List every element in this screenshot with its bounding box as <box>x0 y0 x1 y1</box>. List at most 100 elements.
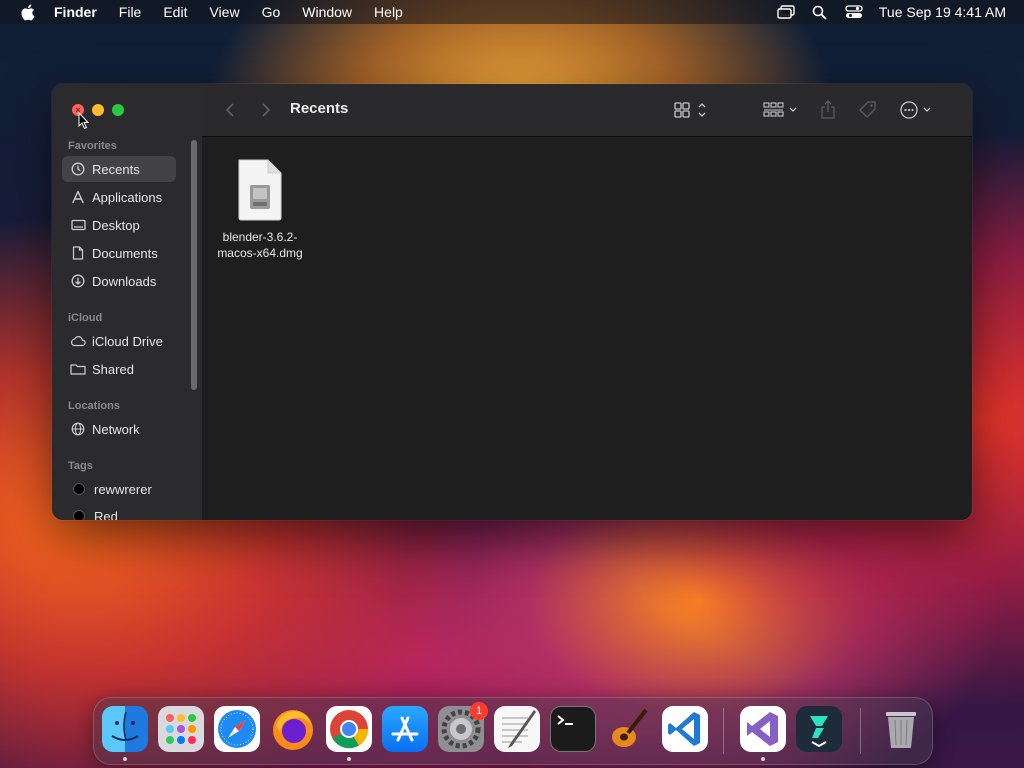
sidebar-item-label: Shared <box>92 361 134 377</box>
group-by-menu[interactable] <box>763 99 799 121</box>
dock-safari[interactable] <box>214 706 260 752</box>
menu-edit[interactable]: Edit <box>163 0 187 24</box>
menu-go[interactable]: Go <box>262 0 281 24</box>
file-browser-content[interactable]: blender-3.6.2- macos-x64.dmg <box>202 137 972 520</box>
sidebar-item-shared[interactable]: Shared <box>62 356 176 382</box>
share-icon[interactable] <box>820 99 836 121</box>
visual-studio-icon <box>747 712 778 746</box>
sidebar-item-label: Documents <box>92 245 158 261</box>
window-title: Recents <box>290 100 349 117</box>
launchpad-grid-icon <box>166 714 196 744</box>
dock-terminal[interactable] <box>550 706 596 752</box>
finder-toolbar: Recents <box>202 84 972 137</box>
sidebar-item-network[interactable]: Network <box>62 416 176 442</box>
dock-vscode[interactable] <box>662 706 708 752</box>
finder-window: × Favorites Recents Applications Desktop <box>52 84 972 520</box>
finder-sidebar: × Favorites Recents Applications Desktop <box>52 84 203 520</box>
sidebar-item-label: Red <box>94 508 118 521</box>
more-actions-menu[interactable] <box>899 99 935 121</box>
file-name-line1: blender-3.6.2- <box>222 230 298 244</box>
apple-menu-icon[interactable] <box>18 3 36 21</box>
terminal-prompt-icon <box>557 715 573 725</box>
tag-color-dot <box>73 483 85 495</box>
minimize-window-button[interactable] <box>92 104 104 116</box>
menu-clock[interactable]: Tue Sep 19 4:41 AM <box>879 4 1006 20</box>
finder-face-icon <box>111 711 139 741</box>
cloud-icon <box>70 333 86 349</box>
dock-textedit[interactable] <box>494 706 540 752</box>
dock-separator <box>860 708 861 754</box>
dock-filmora[interactable] <box>796 706 842 752</box>
dock-separator <box>723 708 724 754</box>
dock-launchpad[interactable] <box>158 706 204 752</box>
notification-badge: 1 <box>470 702 488 720</box>
menu-help[interactable]: Help <box>374 0 403 24</box>
mouse-pointer-icon <box>78 112 90 130</box>
sidebar-tag-red[interactable]: Red <box>62 503 176 520</box>
dock-trash[interactable] <box>878 706 924 752</box>
locations-section-label: Locations <box>68 400 120 412</box>
spotlight-search-icon[interactable] <box>810 3 830 21</box>
file-item[interactable]: blender-3.6.2- macos-x64.dmg <box>212 159 308 261</box>
desktop-icon <box>70 217 86 233</box>
icon-view-toggle[interactable] <box>674 99 708 121</box>
dock-running-indicator <box>123 757 127 761</box>
dock-chrome[interactable] <box>326 706 372 752</box>
shared-folder-icon <box>70 361 86 377</box>
back-button[interactable] <box>220 100 240 120</box>
safari-compass-icon <box>218 710 256 748</box>
menu-window[interactable]: Window <box>302 0 352 24</box>
document-icon <box>70 245 86 261</box>
icloud-section-label: iCloud <box>68 312 103 324</box>
menu-view[interactable]: View <box>209 0 239 24</box>
app-store-icon <box>391 716 419 742</box>
chrome-icon <box>330 710 369 749</box>
forward-button[interactable] <box>256 100 276 120</box>
dock-firefox[interactable] <box>270 706 316 752</box>
sidebar-item-downloads[interactable]: Downloads <box>62 268 176 294</box>
disk-image-icon <box>235 159 285 221</box>
menu-bar: Finder File Edit View Go Window Help Tue… <box>0 0 1024 24</box>
textedit-icon <box>502 710 536 748</box>
tags-section-label: Tags <box>68 460 93 472</box>
sidebar-item-desktop[interactable]: Desktop <box>62 212 176 238</box>
download-icon <box>70 273 86 289</box>
favorites-section-label: Favorites <box>68 140 117 152</box>
guitar-icon <box>612 708 648 747</box>
sidebar-item-label: iCloud Drive <box>92 333 163 349</box>
file-name-line2: macos-x64.dmg <box>217 246 303 260</box>
globe-icon <box>70 421 86 437</box>
sidebar-tag-rewwrerer[interactable]: rewwrerer <box>62 476 176 502</box>
screen-mirroring-icon[interactable] <box>776 3 796 21</box>
dock-finder[interactable] <box>102 706 148 752</box>
tag-icon[interactable] <box>858 99 878 121</box>
sidebar-item-label: Applications <box>92 189 163 205</box>
dock-running-indicator <box>761 757 765 761</box>
sidebar-item-icloud-drive[interactable]: iCloud Drive <box>62 328 176 354</box>
sidebar-item-label: Downloads <box>92 273 157 289</box>
applications-icon <box>70 189 86 205</box>
tag-color-dot <box>73 510 85 520</box>
sidebar-item-applications[interactable]: Applications <box>62 184 176 210</box>
sidebar-scrollbar[interactable] <box>191 140 197 390</box>
dock-garageband[interactable] <box>606 706 652 752</box>
menu-file[interactable]: File <box>119 0 142 24</box>
sidebar-item-recents[interactable]: Recents <box>62 156 176 182</box>
dock-app-store[interactable] <box>382 706 428 752</box>
vscode-icon <box>668 712 700 746</box>
clock-icon <box>70 161 86 177</box>
sidebar-item-label: Desktop <box>92 217 140 233</box>
sidebar-item-label: rewwrerer <box>94 481 152 497</box>
dock: 1 <box>93 697 933 765</box>
trash-icon <box>886 712 916 748</box>
sidebar-item-label: Recents <box>92 161 140 177</box>
sidebar-item-documents[interactable]: Documents <box>62 240 176 266</box>
filmora-icon <box>810 716 828 748</box>
zoom-window-button[interactable] <box>112 104 124 116</box>
dock-running-indicator <box>347 757 351 761</box>
control-center-icon[interactable] <box>844 3 864 21</box>
menu-app-name[interactable]: Finder <box>54 0 97 24</box>
firefox-icon <box>273 710 313 750</box>
sidebar-item-label: Network <box>92 421 140 437</box>
dock-visual-studio[interactable] <box>740 706 786 752</box>
